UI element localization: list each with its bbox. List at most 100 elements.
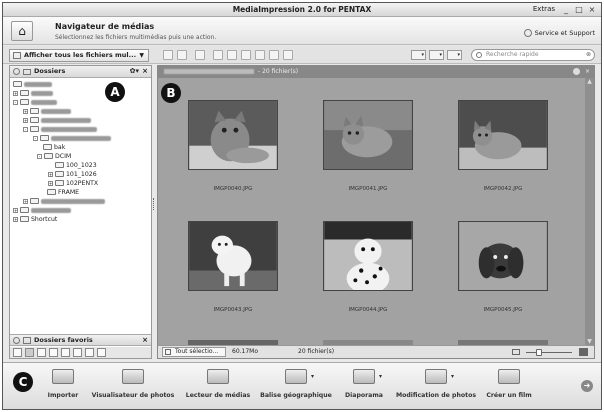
slider-handle[interactable] bbox=[536, 349, 542, 356]
box-icon[interactable] bbox=[97, 348, 106, 357]
pin-icon[interactable] bbox=[573, 68, 580, 75]
chevron-down-icon[interactable]: ▾ bbox=[379, 373, 382, 380]
lock-icon[interactable] bbox=[49, 348, 58, 357]
import-action[interactable]: Importer bbox=[43, 369, 83, 399]
tree-node-folder[interactable]: + bbox=[23, 198, 105, 206]
thumbnail[interactable]: IMGP0041.JPG bbox=[313, 100, 423, 208]
tree-node-shortcut[interactable]: + Shortcut bbox=[13, 216, 57, 224]
dog-photo bbox=[459, 222, 547, 290]
pane-splitter[interactable] bbox=[153, 198, 156, 210]
chevron-down-icon[interactable]: ▾ bbox=[451, 373, 454, 380]
tree-node-drive[interactable]: - bbox=[13, 99, 57, 107]
folder-open-icon bbox=[44, 153, 53, 159]
tree-node-101-1026[interactable]: +101_1026 bbox=[48, 171, 97, 179]
create-movie-action[interactable]: Créer un film bbox=[483, 369, 535, 399]
thumbnail[interactable]: IMGP0040.JPG bbox=[178, 100, 288, 208]
paste-icon[interactable] bbox=[177, 50, 187, 60]
extras-menu[interactable]: Extras bbox=[533, 5, 555, 13]
tree-node-dcim[interactable]: - DCIM bbox=[37, 153, 71, 161]
rotate-right-icon[interactable] bbox=[269, 50, 279, 60]
flag-icon[interactable] bbox=[61, 348, 70, 357]
select-all-button[interactable]: Tout sélectio... bbox=[162, 347, 226, 357]
folder-icon[interactable] bbox=[13, 348, 22, 357]
chevron-down-icon[interactable]: ▾ bbox=[311, 373, 314, 380]
search-clear-icon[interactable]: ⊗ bbox=[586, 50, 591, 60]
next-arrow-icon[interactable]: ➜ bbox=[581, 380, 593, 392]
tree-node-drive[interactable]: + bbox=[13, 90, 53, 98]
geotag-action[interactable]: ▾ Balise géographique bbox=[259, 369, 333, 399]
expand-icon: + bbox=[13, 216, 18, 222]
show-all-files-dropdown[interactable]: Afficher tous les fichiers mul... ▼ bbox=[9, 49, 149, 62]
scroll-up-icon[interactable]: ▲ bbox=[585, 78, 594, 86]
tree-node-drive[interactable]: + bbox=[13, 207, 71, 215]
tree-node-frame[interactable]: FRAME bbox=[47, 189, 79, 197]
tree-node-102pentx[interactable]: +102PENTX bbox=[48, 180, 98, 188]
close-button[interactable]: × bbox=[587, 5, 597, 14]
media-player-action[interactable]: Lecteur de médias bbox=[183, 369, 253, 399]
thumbnail-caption: IMGP0040.JPG bbox=[213, 186, 253, 192]
pin-icon[interactable] bbox=[13, 68, 20, 75]
tree-node-label: DCIM bbox=[55, 153, 72, 160]
tree-node-folder[interactable]: + bbox=[23, 108, 71, 116]
home-button[interactable]: ⌂ bbox=[11, 21, 33, 41]
tree-node-folder[interactable]: - bbox=[33, 135, 111, 143]
photo-thumbnail[interactable] bbox=[458, 221, 548, 291]
close-icon[interactable]: × bbox=[142, 66, 148, 77]
thumbnail[interactable]: IMGP0043.JPG bbox=[178, 221, 288, 329]
photo-thumbnail[interactable] bbox=[323, 100, 413, 170]
tree-node-folder[interactable]: - bbox=[23, 126, 97, 134]
photo-thumbnail[interactable] bbox=[323, 221, 413, 291]
delete-icon[interactable] bbox=[283, 50, 293, 60]
rotate-left-icon[interactable] bbox=[255, 50, 265, 60]
redacted-label bbox=[41, 198, 105, 204]
photo-thumbnail[interactable] bbox=[188, 100, 278, 170]
import-icon bbox=[52, 369, 74, 384]
photo-thumbnail[interactable] bbox=[458, 100, 548, 170]
calendar-icon[interactable] bbox=[25, 348, 34, 357]
gear-icon[interactable]: ✿▾ bbox=[130, 66, 139, 77]
folders-pane-title: Dossiers bbox=[34, 67, 66, 75]
large-grid-icon bbox=[579, 348, 588, 356]
select-all-label: Tout sélectio... bbox=[175, 348, 219, 355]
scrollbar[interactable]: ▲ ▼ bbox=[585, 78, 594, 346]
action-label: Diaporama bbox=[345, 392, 383, 399]
view-mode-button[interactable]: ▾ bbox=[411, 50, 426, 60]
photo-viewer-action[interactable]: Visualisateur de photos bbox=[89, 369, 177, 399]
tree-node-folder[interactable]: + bbox=[23, 117, 91, 125]
close-icon[interactable]: × bbox=[585, 66, 590, 78]
pin-icon[interactable] bbox=[13, 337, 20, 344]
zoom-slider[interactable] bbox=[512, 348, 588, 356]
folder-icon bbox=[23, 69, 31, 75]
slider-track[interactable] bbox=[526, 352, 572, 353]
title-bar: MediaImpression 2.0 for PENTAX Extras _ … bbox=[3, 3, 601, 17]
folders-pane-header: Dossiers ✿▾ × bbox=[10, 66, 151, 78]
tree-node-bak[interactable]: bak bbox=[43, 144, 65, 152]
grid-icon[interactable] bbox=[73, 348, 82, 357]
star-icon[interactable] bbox=[37, 348, 46, 357]
photo-edit-action[interactable]: ▾ Modification de photos bbox=[395, 369, 477, 399]
filter-button[interactable]: ▾ bbox=[447, 50, 462, 60]
maximize-button[interactable]: □ bbox=[574, 5, 584, 14]
callout-badge-c: C bbox=[13, 372, 33, 392]
share-icon[interactable] bbox=[227, 50, 237, 60]
search-input[interactable]: Recherche rapide ⊗ bbox=[471, 49, 595, 61]
thumbnail-caption: IMGP0045.JPG bbox=[483, 307, 523, 313]
tree-node-100-1023[interactable]: 100_1023 bbox=[55, 162, 97, 170]
move-icon[interactable] bbox=[195, 50, 205, 60]
copy-icon[interactable] bbox=[163, 50, 173, 60]
redacted-label bbox=[31, 99, 57, 105]
thumbnail[interactable]: IMGP0042.JPG bbox=[448, 100, 558, 208]
rename-icon[interactable] bbox=[241, 50, 251, 60]
collapse-icon: - bbox=[23, 126, 28, 132]
minimize-button[interactable]: _ bbox=[561, 5, 571, 14]
close-icon[interactable]: × bbox=[142, 335, 148, 346]
sort-button[interactable]: ▾ bbox=[429, 50, 444, 60]
photo-thumbnail[interactable] bbox=[188, 221, 278, 291]
film-icon[interactable] bbox=[85, 348, 94, 357]
thumbnail[interactable]: IMGP0045.JPG bbox=[448, 221, 558, 329]
slideshow-action[interactable]: ▾ Diaporama bbox=[341, 369, 387, 399]
tree-node-computer[interactable] bbox=[13, 81, 52, 89]
favorite-icon[interactable] bbox=[213, 50, 223, 60]
service-support-link[interactable]: Service et Support bbox=[523, 29, 595, 37]
thumbnail[interactable]: IMGP0044.JPG bbox=[313, 221, 423, 329]
